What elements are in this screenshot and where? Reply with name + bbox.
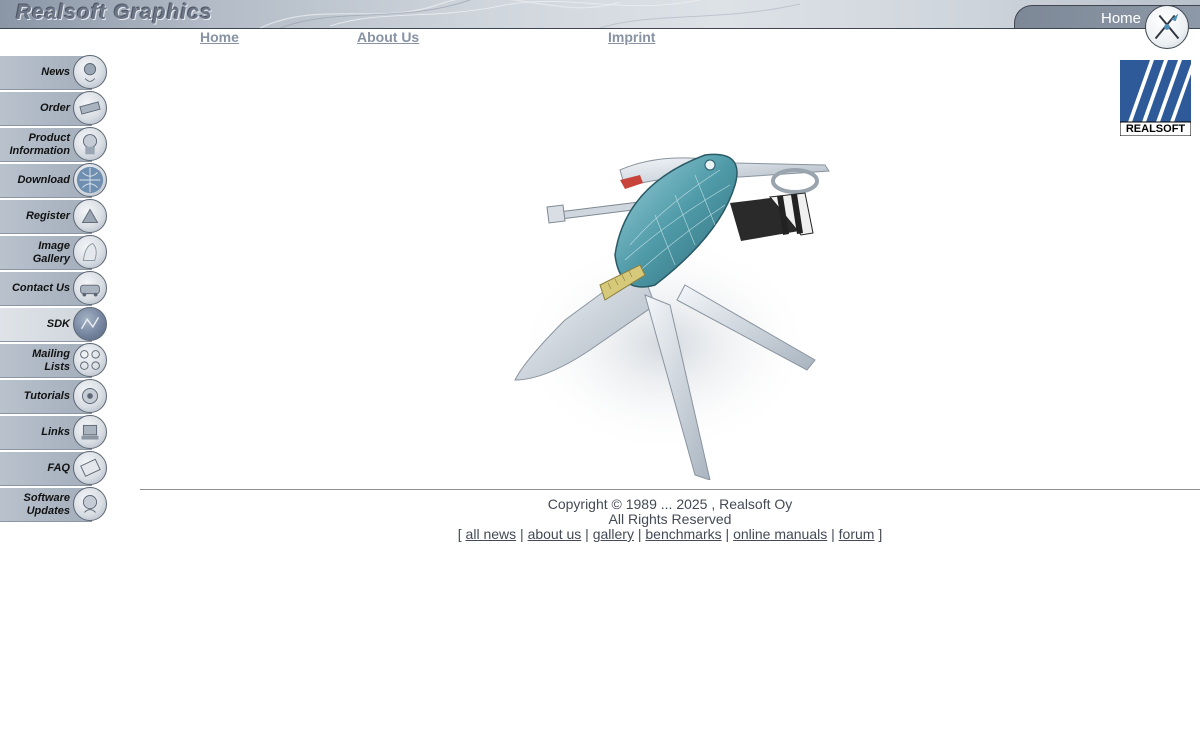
sidebar-item-label: Download bbox=[17, 174, 70, 186]
contact-icon bbox=[73, 271, 107, 305]
sidebar-item-tutorials[interactable]: Tutorials bbox=[0, 379, 110, 415]
sidebar-menu: News Order Product Information Download bbox=[0, 55, 110, 523]
sidebar-item-label: News bbox=[41, 66, 70, 78]
register-icon bbox=[73, 199, 107, 233]
image-gallery-icon bbox=[73, 235, 107, 269]
sidebar-item-label: FAQ bbox=[47, 462, 70, 474]
sidebar-item-order[interactable]: Order bbox=[0, 91, 110, 127]
rights-text: All Rights Reserved bbox=[608, 511, 732, 527]
footer-link-online-manuals[interactable]: online manuals bbox=[733, 526, 827, 542]
sidebar-item-label: Product Information bbox=[9, 131, 71, 157]
separator: | bbox=[585, 526, 589, 542]
topnav-imprint-link[interactable]: Imprint bbox=[608, 29, 655, 45]
sidebar-item-label: Image Gallery bbox=[32, 239, 70, 265]
sidebar-item-label: Contact Us bbox=[11, 282, 70, 294]
sidebar-item-software-updates[interactable]: Software Updates bbox=[0, 487, 110, 523]
sidebar-item-contact-us[interactable]: Contact Us bbox=[0, 271, 110, 307]
footer-links: [ all news | about us | gallery | benchm… bbox=[140, 527, 1200, 542]
multi-tool-knife-illustration bbox=[505, 145, 840, 481]
sidebar-item-faq[interactable]: FAQ bbox=[0, 451, 110, 487]
footer: Copyright © 1989 ... 2025 , Realsoft Oy … bbox=[140, 497, 1200, 542]
separator: | bbox=[520, 526, 524, 542]
bracket-close: ] bbox=[878, 526, 883, 542]
realsoft-logo-text: REALSOFT bbox=[1125, 123, 1186, 135]
sidebar-item-mailing-lists[interactable]: Mailing Lists bbox=[0, 343, 110, 379]
software-updates-icon bbox=[73, 487, 107, 521]
sidebar-item-news[interactable]: News bbox=[0, 55, 110, 91]
home-tab-label[interactable]: Home bbox=[1101, 10, 1141, 27]
topnav-home-link[interactable]: Home bbox=[200, 29, 239, 45]
sidebar-item-label: Links bbox=[41, 426, 70, 438]
separator: | bbox=[725, 526, 730, 542]
tutorials-icon bbox=[73, 379, 107, 413]
faq-icon bbox=[73, 451, 107, 485]
sidebar-item-label: Register bbox=[25, 210, 70, 222]
footer-link-gallery[interactable]: gallery bbox=[593, 526, 634, 542]
bracket-open: [ bbox=[457, 526, 462, 542]
separator: | bbox=[831, 526, 835, 542]
footer-link-about-us[interactable]: about us bbox=[528, 526, 582, 542]
globe-icon bbox=[73, 55, 107, 89]
sidebar-item-image-gallery[interactable]: Image Gallery bbox=[0, 235, 110, 271]
sidebar-item-label: Order bbox=[40, 102, 70, 114]
separator: | bbox=[637, 526, 642, 542]
topnav-about-us-link[interactable]: About Us bbox=[357, 29, 419, 45]
download-icon bbox=[73, 163, 107, 197]
home-compass-icon[interactable] bbox=[1145, 5, 1189, 49]
order-icon bbox=[73, 91, 107, 125]
sidebar-item-register[interactable]: Register bbox=[0, 199, 110, 235]
sidebar-item-label: SDK bbox=[46, 318, 70, 330]
page: Realsoft Graphics Home Home About Us Imp… bbox=[0, 0, 1200, 740]
sdk-icon bbox=[73, 307, 107, 341]
footer-divider bbox=[140, 489, 1200, 490]
sidebar-item-label: Tutorials bbox=[23, 390, 70, 402]
site-title: Realsoft Graphics bbox=[16, 1, 213, 24]
sidebar-item-links[interactable]: Links bbox=[0, 415, 110, 451]
sidebar-item-sdk[interactable]: SDK bbox=[0, 307, 110, 343]
sidebar-item-product-information[interactable]: Product Information bbox=[0, 127, 110, 163]
mailing-lists-icon bbox=[73, 343, 107, 377]
sidebar-item-label: Software Updates bbox=[23, 491, 70, 517]
copyright-text: Copyright © 1989 ... 2025 , Realsoft Oy bbox=[547, 496, 793, 512]
footer-link-forum[interactable]: forum bbox=[839, 526, 875, 542]
links-icon bbox=[73, 415, 107, 449]
footer-link-benchmarks[interactable]: benchmarks bbox=[645, 526, 721, 542]
sidebar-item-download[interactable]: Download bbox=[0, 163, 110, 199]
product-info-icon bbox=[73, 127, 107, 161]
realsoft-logo: REALSOFT bbox=[1119, 60, 1192, 137]
sidebar-item-label: Mailing Lists bbox=[32, 347, 70, 373]
footer-link-all-news[interactable]: all news bbox=[466, 526, 517, 542]
